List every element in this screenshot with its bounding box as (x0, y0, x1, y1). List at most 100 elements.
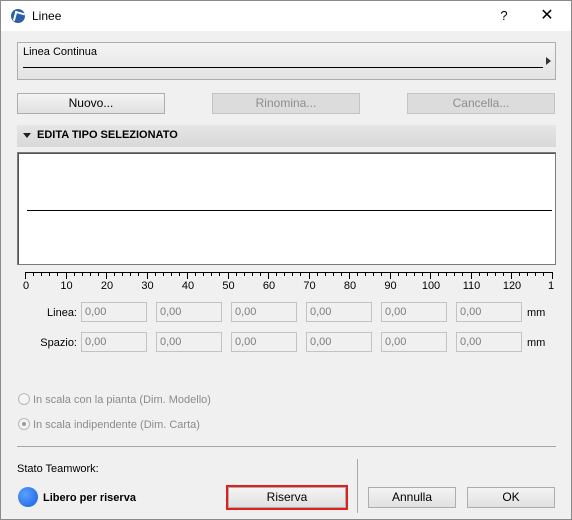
line-length-field[interactable]: 0,00 (306, 302, 372, 322)
line-length-field[interactable]: 0,00 (156, 302, 222, 322)
ruler-tick (405, 272, 407, 276)
ruler-tick (357, 272, 359, 276)
ruler-tick (535, 272, 537, 276)
scale-paper-label: In scala indipendente (Dim. Carta) (33, 419, 200, 431)
ruler-tick (276, 272, 278, 276)
rename-button[interactable]: Rinomina... (212, 93, 360, 114)
ruler-label: 30 (141, 280, 154, 292)
ruler-tick (470, 272, 472, 279)
ruler-tick (81, 272, 83, 276)
close-button[interactable]: ✕ (531, 6, 563, 26)
ruler-tick (211, 272, 213, 276)
reserve-button[interactable]: Riserva (228, 487, 346, 508)
line-length-field[interactable]: 0,00 (231, 302, 297, 322)
ruler-label: 70 (303, 280, 316, 292)
help-button[interactable]: ? (491, 6, 517, 26)
ruler-tick (324, 272, 326, 276)
ruler-label: 0 (22, 280, 30, 292)
lines-dialog: Linee ? ✕ Linea Continua Nuovo... Rinomi… (0, 0, 572, 520)
radio-icon[interactable] (18, 393, 30, 405)
ruler-tick (154, 272, 156, 276)
ruler-tick (478, 272, 480, 276)
space-length-field[interactable]: 0,00 (381, 332, 447, 352)
ruler-tick (389, 272, 391, 279)
triangle-down-icon[interactable] (23, 133, 31, 138)
scale-model-label: In scala con la pianta (Dim. Modello) (33, 394, 211, 406)
ruler-label: 100 (421, 280, 441, 292)
new-button[interactable]: Nuovo... (17, 93, 165, 114)
ruler-tick (219, 272, 221, 276)
radio-checked-icon[interactable] (18, 418, 30, 430)
ruler-tick (284, 272, 286, 276)
cancel-button[interactable]: Annulla (368, 487, 456, 508)
ruler-tick (251, 272, 253, 276)
status-indicator-icon (18, 487, 38, 507)
ruler-tick (316, 272, 318, 276)
teamwork-status-value: Libero per riserva (43, 492, 136, 504)
ruler-tick (511, 272, 512, 279)
ruler-tick (438, 272, 440, 276)
ruler-tick (130, 272, 132, 276)
ruler-label: 20 (100, 280, 114, 292)
ruler-tick (349, 272, 350, 279)
ruler: 0 10 20 30 40 50 60 70 80 90 100 110 120 1 (22, 267, 555, 293)
section-title: EDITA TIPO SELEZIONATO (37, 129, 178, 141)
ruler-tick (97, 272, 99, 276)
ok-button[interactable]: OK (467, 487, 555, 508)
ruler-tick (373, 272, 375, 276)
ruler-tick (170, 272, 172, 276)
ruler-tick (397, 272, 399, 276)
ruler-tick (421, 272, 423, 276)
ruler-tick (381, 272, 383, 276)
archicad-app-icon (11, 9, 25, 23)
ruler-label: 110 (462, 280, 481, 292)
ruler-label: 60 (262, 280, 276, 292)
ruler-tick (494, 272, 496, 276)
ruler-tick (25, 272, 26, 279)
ruler-tick (502, 272, 504, 276)
vertical-divider (357, 459, 358, 513)
ruler-label: 80 (343, 280, 357, 292)
dialog-title: Linee (32, 9, 62, 23)
line-row-label: Linea: (47, 307, 77, 319)
line-type-preview (23, 67, 543, 68)
line-length-field[interactable]: 0,00 (381, 302, 447, 322)
line-length-field[interactable]: 0,00 (456, 302, 522, 322)
ruler-label: 10 (60, 280, 73, 292)
line-type-selector[interactable]: Linea Continua (17, 42, 556, 80)
ruler-tick (446, 272, 448, 276)
space-length-field[interactable]: 0,00 (456, 332, 522, 352)
ruler-tick (89, 272, 91, 276)
ruler-label: 40 (181, 280, 195, 292)
ruler-tick (57, 272, 59, 276)
space-length-field[interactable]: 0,00 (81, 332, 147, 352)
scale-model-option[interactable]: In scala con la pianta (Dim. Modello) (18, 393, 211, 406)
chevron-right-icon[interactable] (546, 57, 551, 65)
space-length-field[interactable]: 0,00 (231, 332, 297, 352)
ruler-tick (430, 272, 431, 279)
ruler-tick (551, 272, 553, 279)
ruler-tick (268, 272, 269, 279)
space-length-field[interactable]: 0,00 (306, 332, 372, 352)
ruler-tick (187, 272, 188, 279)
title-bar: Linee ? ✕ (1, 1, 571, 31)
delete-button[interactable]: Cancella... (407, 93, 555, 114)
ruler-tick (146, 272, 148, 279)
ruler-tick (292, 272, 294, 276)
scale-paper-option[interactable]: In scala indipendente (Dim. Carta) (18, 418, 200, 431)
line-preview-canvas (17, 152, 556, 265)
horizontal-divider (17, 446, 556, 447)
ruler-tick (65, 272, 67, 279)
ruler-label: 120 (502, 280, 522, 292)
ruler-tick (340, 272, 342, 276)
space-unit: mm (527, 337, 546, 349)
ruler-tick (543, 272, 545, 276)
ruler-tick (195, 272, 197, 276)
ruler-tick (73, 272, 75, 276)
space-length-field[interactable]: 0,00 (156, 332, 222, 352)
edit-selected-type-header[interactable]: EDITA TIPO SELEZIONATO (17, 125, 556, 147)
ruler-tick (41, 272, 43, 276)
ruler-tick (243, 272, 245, 276)
ruler-tick (49, 272, 51, 276)
line-length-field[interactable]: 0,00 (81, 302, 147, 322)
